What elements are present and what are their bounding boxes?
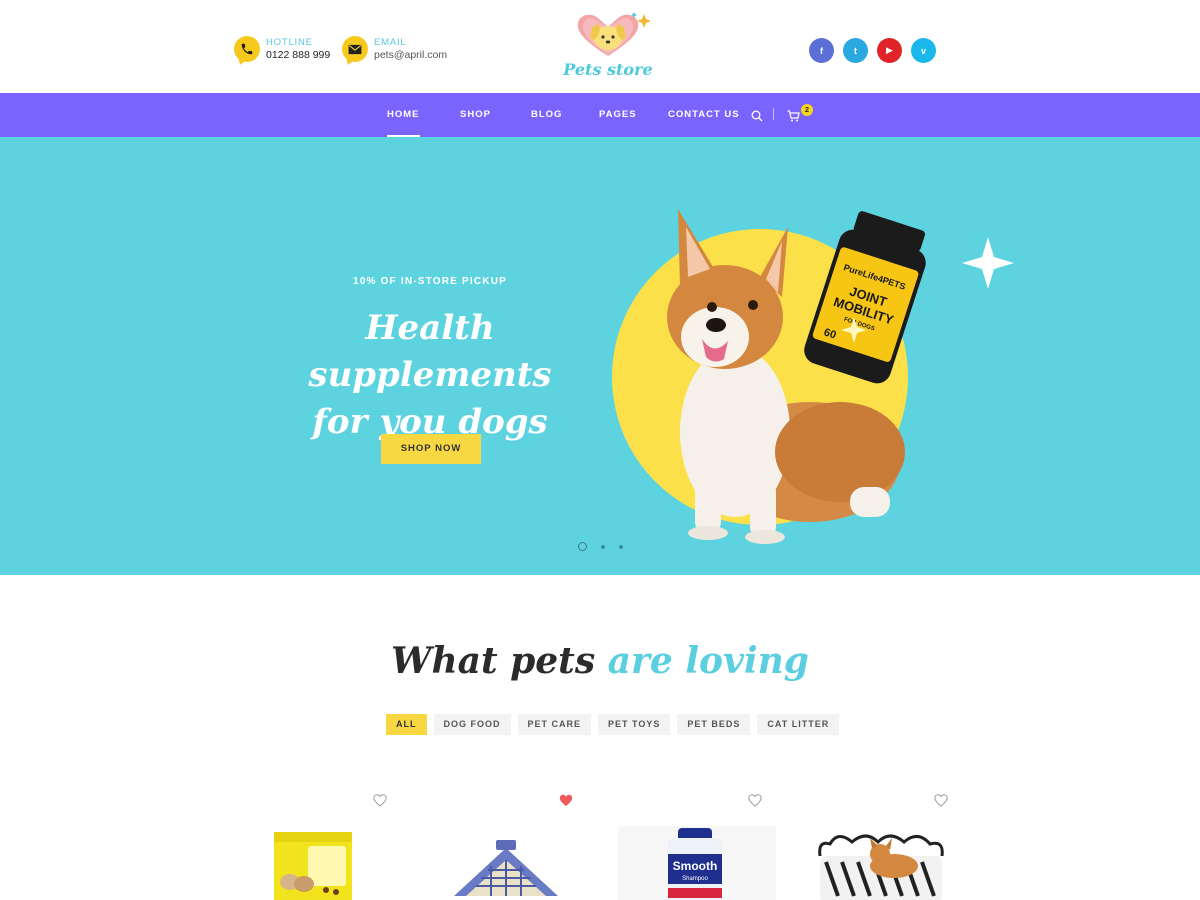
heart-icon[interactable] (373, 794, 387, 808)
section-title-main: What pets (391, 640, 608, 682)
hero-dog-supplement-image: PureLife4PETS JOINT MOBILITY FOR DOGS 60 (612, 209, 1014, 544)
filter-dog-food[interactable]: DOG FOOD (433, 714, 511, 735)
shampoo-label: Smooth (673, 859, 718, 873)
hero-title-line1: Health supplements (308, 308, 552, 395)
hero-kicker: 10% OF IN-STORE PICKUP (352, 276, 508, 287)
shop-now-button[interactable]: SHOP NOW (381, 434, 481, 464)
slider-dots (578, 542, 637, 551)
logo-text: Pets store (563, 60, 653, 79)
filter-pet-care[interactable]: PET CARE (517, 714, 592, 735)
hero-slider: 10% OF IN-STORE PICKUP Health supplement… (0, 137, 1200, 575)
email-label: EMAIL (374, 37, 407, 48)
cart-icon[interactable] (787, 109, 800, 127)
facebook-icon[interactable]: f (809, 38, 834, 63)
nav-home[interactable]: HOME (387, 93, 420, 137)
heart-icon[interactable] (748, 794, 762, 808)
youtube-icon[interactable]: ▶ (877, 38, 902, 63)
cart-count-badge: 2 (801, 104, 813, 116)
slider-dot-1[interactable] (578, 542, 587, 551)
dog-food-bag-image (274, 832, 352, 900)
filter-all[interactable]: ALL (386, 714, 427, 735)
section-title: What pets are loving (300, 640, 900, 682)
product-card[interactable] (240, 790, 426, 900)
nav-contact-us[interactable]: CONTACT US (668, 93, 740, 137)
hotline-label: HOTLINE (266, 37, 313, 48)
email-contact[interactable]: EMAIL pets@april.com (342, 36, 447, 62)
social-links: f t ▶ v (809, 38, 945, 63)
heart-icon[interactable] (934, 794, 948, 808)
section-title-accent: are loving (607, 640, 809, 682)
nav-blog[interactable]: BLOG (531, 93, 562, 137)
twitter-icon[interactable]: t (843, 38, 868, 63)
category-filters: ALL DOG FOOD PET CARE PET TOYS PET BEDS … (386, 714, 846, 735)
email-address[interactable]: pets@april.com (374, 49, 447, 62)
search-icon[interactable] (751, 109, 763, 127)
envelope-icon (342, 36, 368, 62)
hero-title: Health supplements for you dogs (250, 305, 610, 446)
product-card[interactable] (426, 790, 612, 900)
site-logo[interactable]: Pets store (556, 10, 666, 82)
nav-separator (773, 108, 774, 120)
vimeo-icon[interactable]: v (911, 38, 936, 63)
heart-filled-icon[interactable] (559, 794, 573, 808)
pet-bed-image (818, 834, 944, 900)
product-card[interactable]: Smooth Shampoo (614, 790, 800, 900)
slider-dot-3[interactable] (619, 544, 623, 549)
nav-shop[interactable]: SHOP (460, 93, 491, 137)
filter-pet-beds[interactable]: PET BEDS (677, 714, 751, 735)
filter-cat-litter[interactable]: CAT LITTER (757, 714, 840, 735)
shampoo-sublabel: Shampoo (682, 876, 708, 882)
phone-icon (234, 36, 260, 62)
shampoo-bottle-image: Smooth Shampoo (618, 826, 776, 900)
top-header: HOTLINE 0122 888 999 EMAIL pets@april.co… (0, 0, 1200, 93)
product-card[interactable] (800, 790, 986, 900)
filter-pet-toys[interactable]: PET TOYS (598, 714, 671, 735)
slider-dot-2[interactable] (601, 544, 605, 549)
hotline-contact[interactable]: HOTLINE 0122 888 999 (234, 36, 330, 62)
hotline-number[interactable]: 0122 888 999 (266, 49, 330, 62)
logo-mark (577, 12, 651, 57)
pet-house-image (454, 840, 558, 896)
nav-pages[interactable]: PAGES (599, 93, 637, 137)
